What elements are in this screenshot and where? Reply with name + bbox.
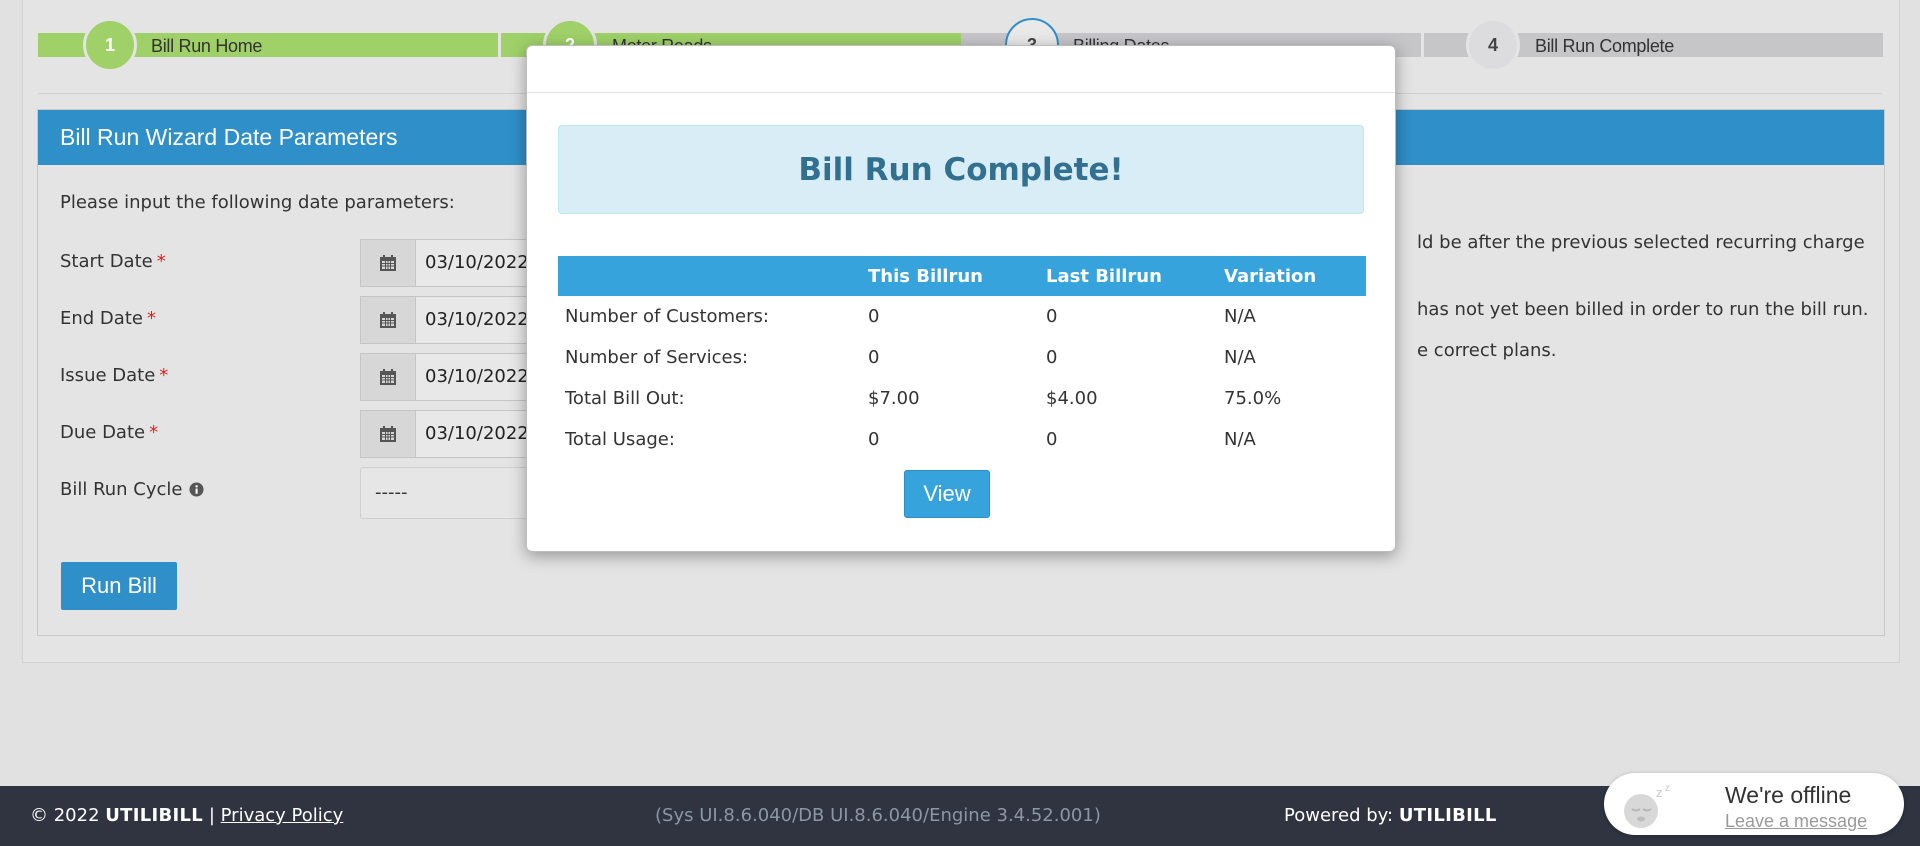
svg-text:z: z: [1656, 785, 1663, 800]
table-row: Total Bill Out: $7.00 $4.00 75.0%: [558, 378, 1366, 419]
table-cell: 0: [868, 347, 880, 368]
table-header: This Billrun: [868, 265, 983, 287]
version-info: (Sys UI.8.6.040/DB UI.8.6.040/Engine 3.4…: [655, 805, 1101, 826]
table-cell: $4.00: [1046, 388, 1098, 409]
privacy-policy-link[interactable]: Privacy Policy: [221, 805, 344, 826]
table-cell: Number of Customers:: [565, 306, 769, 327]
footer-brand: UTILIBILL: [105, 805, 204, 826]
table-row: Number of Services: 0 0 N/A: [558, 337, 1366, 378]
table-cell: 0: [1046, 306, 1058, 327]
table-cell: N/A: [1224, 347, 1256, 368]
table-cell: 0: [868, 306, 880, 327]
view-button[interactable]: View: [904, 470, 990, 518]
table-cell: 75.0%: [1224, 388, 1282, 409]
sleeping-face-icon: z z: [1616, 781, 1682, 829]
chat-status: We're offline: [1725, 782, 1852, 808]
modal-header: [527, 46, 1395, 93]
table-header: Last Billrun: [1046, 265, 1162, 287]
table-header: Variation: [1224, 265, 1317, 287]
footer-copyright: © 2022 UTILIBILL | Privacy Policy: [30, 805, 344, 826]
table-cell: 0: [1046, 429, 1058, 450]
success-alert: Bill Run Complete!: [558, 125, 1364, 214]
bill-run-complete-modal: Bill Run Complete! This Billrun Last Bil…: [526, 45, 1396, 552]
table-header-row: This Billrun Last Billrun Variation: [558, 256, 1366, 296]
billrun-comparison-table: This Billrun Last Billrun Variation Numb…: [558, 256, 1366, 460]
powered-brand: UTILIBILL: [1398, 805, 1497, 826]
table-cell: 0: [1046, 347, 1058, 368]
table-cell: Number of Services:: [565, 347, 749, 368]
table-row: Total Usage: 0 0 N/A: [558, 419, 1366, 460]
table-cell: Total Bill Out:: [565, 388, 685, 409]
powered-by: Powered by: UTILIBILL: [1284, 805, 1497, 826]
table-cell: 0: [868, 429, 880, 450]
leave-message-link[interactable]: Leave a message: [1725, 811, 1867, 832]
table-header: [558, 256, 861, 296]
table-cell: $7.00: [868, 388, 920, 409]
table-cell: N/A: [1224, 429, 1256, 450]
table-cell: N/A: [1224, 306, 1256, 327]
table-cell: Total Usage:: [565, 429, 675, 450]
table-row: Number of Customers: 0 0 N/A: [558, 296, 1366, 337]
